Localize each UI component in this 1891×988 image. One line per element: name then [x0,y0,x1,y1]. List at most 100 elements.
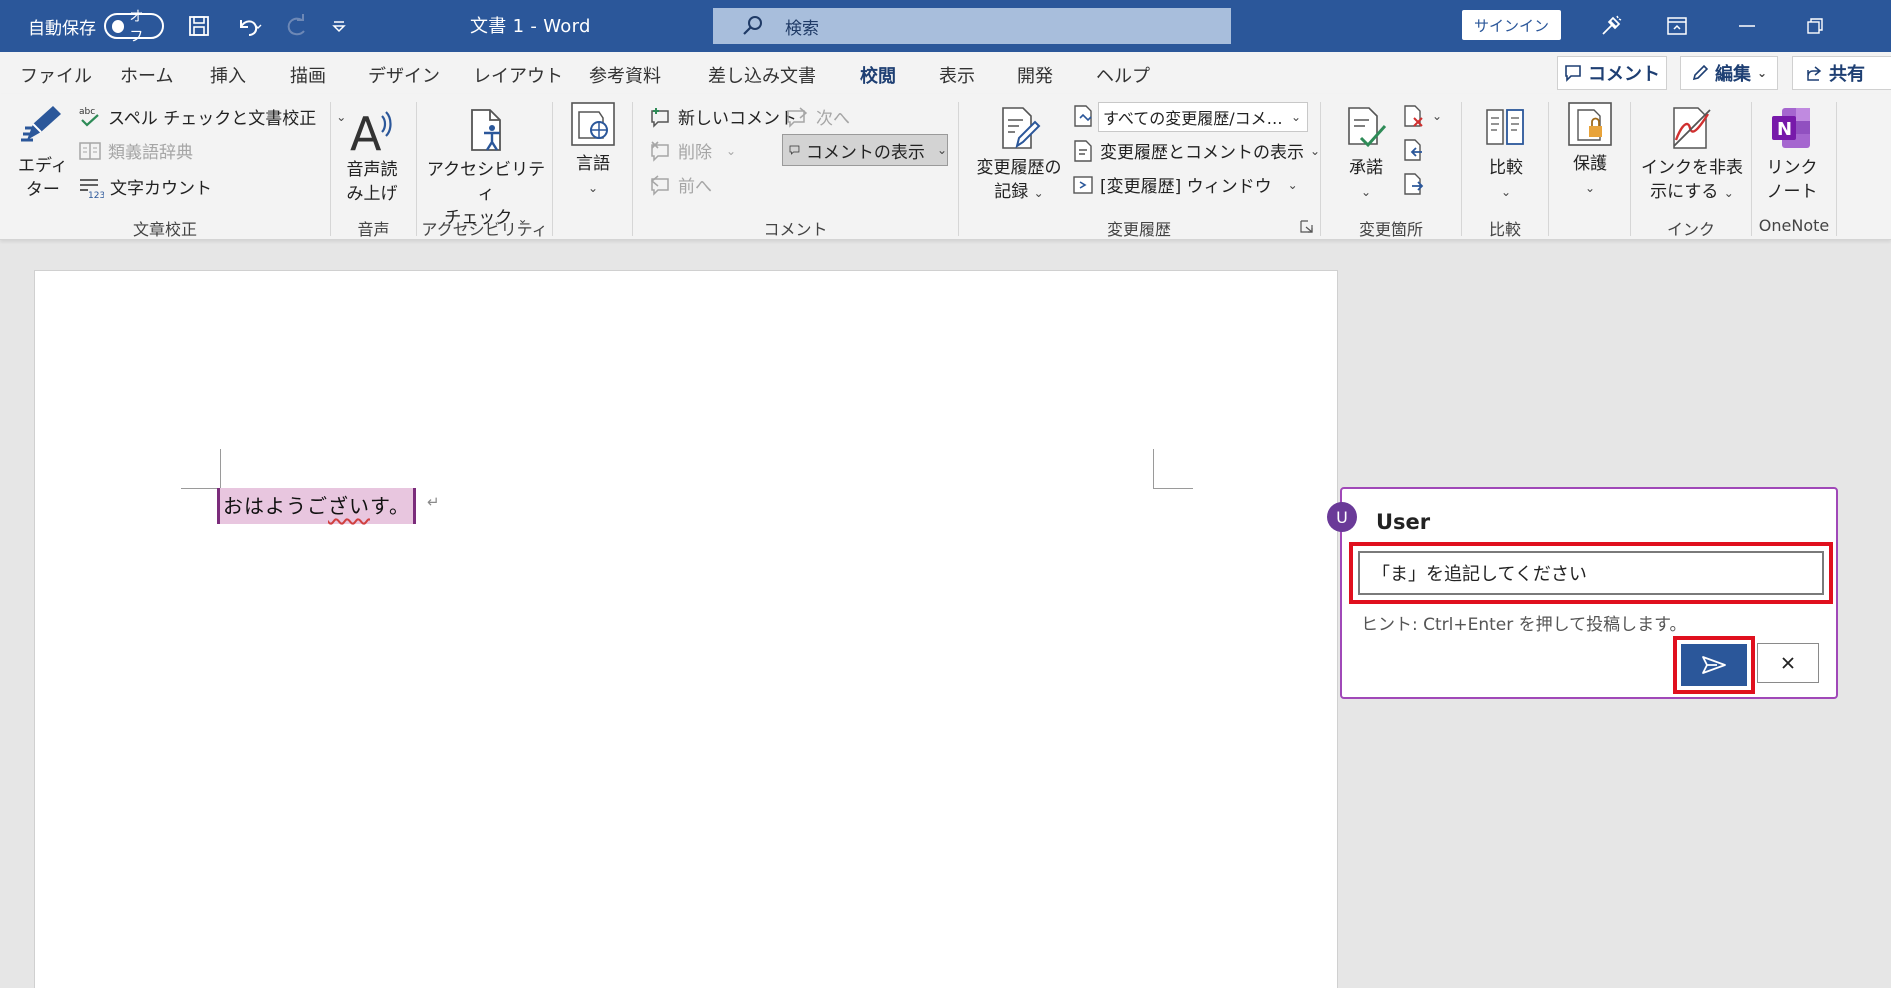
editor-button[interactable]: エディ ター [18,102,68,202]
spelling-label: スペル チェックと文書校正 [108,109,317,129]
track-changes-label-1: 変更履歴の [976,158,1062,178]
autosave-label: 自動保存 [28,18,96,39]
comments-pane-button[interactable]: コメント [1557,56,1667,90]
chevron-down-icon: ⌄ [1584,181,1596,195]
discard-comment-button[interactable] [1757,643,1819,683]
compare-label: 比較 [1489,158,1523,178]
tab-review[interactable]: 校閲 [858,62,898,97]
tab-layout[interactable]: レイアウト [473,62,563,88]
linked-notes-label-2: ノート [1766,182,1818,202]
tab-design[interactable]: デザイン [368,62,440,88]
document-page[interactable] [34,270,1338,988]
comment-input-highlight [1349,542,1833,604]
autosave-toggle[interactable]: オフ [104,9,164,45]
paragraph-mark: ↵ [427,493,440,511]
title-bar: 自動保存 オフ 文書 1 - Word 検索 サインイン [0,0,1891,52]
thesaurus-button[interactable]: 類義語辞典 [78,138,193,163]
show-markup-label: 変更履歴とコメントの表示 [1100,143,1304,163]
document-text[interactable]: おはようございす。 [217,488,416,524]
show-markup-button[interactable]: 変更履歴とコメントの表示 ⌄ [1072,138,1320,163]
tab-developer[interactable]: 開発 [1017,62,1053,88]
next-comment-button[interactable]: 次へ [786,104,850,129]
display-for-review-value: すべての変更履歴/コメ… [1103,109,1283,128]
customize-qat-icon[interactable] [322,10,356,42]
autosave: 自動保存 オフ [28,9,164,45]
previous-change-button[interactable] [1402,138,1426,162]
search-icon [743,16,762,35]
reviewing-pane-button[interactable]: [変更履歴] ウィンドウ ⌄ [1072,172,1298,197]
accessibility-check-button[interactable]: アクセシビリティ チェック ⌄ [426,106,546,231]
ribbon-tabs: ファイル ホーム 挿入 描画 デザイン レイアウト 参考資料 差し込み文書 校閲… [0,52,1891,97]
new-comment-button[interactable]: 新しいコメント [648,104,797,129]
accept-label: 承諾 [1349,158,1383,178]
coauthor-icon[interactable] [1588,8,1634,44]
minimize-icon[interactable] [1724,8,1770,44]
reject-button[interactable]: ⌄ [1402,104,1442,128]
comment-icon [1565,65,1581,82]
chevron-down-icon: ⌄ [1310,143,1321,158]
language-button[interactable]: 言語 ⌄ [566,100,620,200]
share-button[interactable]: 共有 [1792,56,1891,90]
group-separator [1836,102,1837,236]
word-count-icon: 123 [80,178,104,199]
close-icon [1782,657,1794,669]
restore-icon[interactable] [1792,8,1838,44]
comments-group-label: コメント [763,220,828,239]
hide-ink-button[interactable]: インクを非表 示にする ⌄ [1640,104,1744,205]
tab-mailings[interactable]: 差し込み文書 [708,62,816,88]
compare-button[interactable]: 比較 ⌄ [1478,104,1534,204]
display-for-review-icon [1074,105,1092,127]
tab-references[interactable]: 参考資料 [589,62,661,88]
redo-icon[interactable] [280,10,314,42]
tab-file[interactable]: ファイル [20,62,92,88]
search-box[interactable]: 検索 [713,8,1231,44]
reviewing-pane-label: [変更履歴] ウィンドウ [1100,177,1272,197]
accept-icon [1348,107,1387,148]
delete-comment-button[interactable]: 削除 ⌄ [648,138,736,163]
next-change-button[interactable] [1402,172,1426,196]
ribbon: エディ ター abc スペル チェックと文書校正 ⌄ 類義語辞典 123 文字カ… [0,94,1891,240]
editor-label-1: エディ [18,156,68,176]
save-icon[interactable] [182,10,216,42]
hide-ink-label-2: 示にする [1650,182,1719,202]
tab-view[interactable]: 表示 [939,62,975,88]
signin-button[interactable]: サインイン [1462,10,1561,40]
dialog-launcher-icon[interactable] [1300,220,1313,233]
speech-group-label: 音声 [357,220,390,239]
tab-help[interactable]: ヘルプ [1096,62,1150,88]
show-comments-button[interactable]: コメントの表示 ⌄ [782,134,948,166]
chevron-down-icon: ⌄ [587,181,599,195]
send-button-highlight [1673,636,1755,694]
protect-button[interactable]: 保護 ⌄ [1562,100,1618,200]
editor-label-2: ター [25,180,60,200]
onenote-group-label: OneNote [1758,216,1830,235]
tab-insert[interactable]: 挿入 [210,62,246,88]
autosave-state: オフ [129,9,144,45]
hide-ink-icon [1673,107,1711,149]
crop-mark-top-right [1153,449,1193,489]
post-comment-button[interactable] [1681,644,1747,686]
display-for-review-select[interactable]: すべての変更履歴/コメ… ⌄ [1098,102,1308,132]
spelling-grammar-button[interactable]: abc スペル チェックと文書校正 ⌄ [78,104,346,130]
comment-hint: ヒント: Ctrl+Enter を押して投稿します。 [1361,615,1687,635]
ink-group-label: インク [1666,220,1715,239]
comment-input[interactable] [1358,551,1824,595]
tab-draw[interactable]: 描画 [290,62,326,88]
editing-mode-label: 編集 [1714,64,1751,85]
previous-comment-button[interactable]: 前へ [648,172,712,197]
read-aloud-button[interactable]: A 音声読 み上げ [340,106,404,206]
text-segment-misspelled: ざい [328,494,370,518]
linked-notes-button[interactable]: N リンク ノート [1762,104,1822,204]
ribbon-display-icon[interactable] [1654,8,1700,44]
hide-ink-label-2-wrap: 示にする ⌄ [1650,180,1734,205]
word-count-button[interactable]: 123 文字カウント [78,174,212,199]
editing-mode-button[interactable]: 編集 ⌄ [1680,56,1778,90]
read-aloud-label-1: 音声読 [346,160,398,180]
spellcheck-icon: abc [79,107,99,127]
undo-icon[interactable] [224,10,274,42]
track-changes-button[interactable]: 変更履歴の 記録 ⌄ [970,104,1068,205]
new-comment-label: 新しいコメント [678,109,797,129]
tab-home[interactable]: ホーム [120,62,173,88]
accept-button[interactable]: 承諾 ⌄ [1338,104,1394,204]
linked-notes-label-1: リンク [1766,158,1818,178]
